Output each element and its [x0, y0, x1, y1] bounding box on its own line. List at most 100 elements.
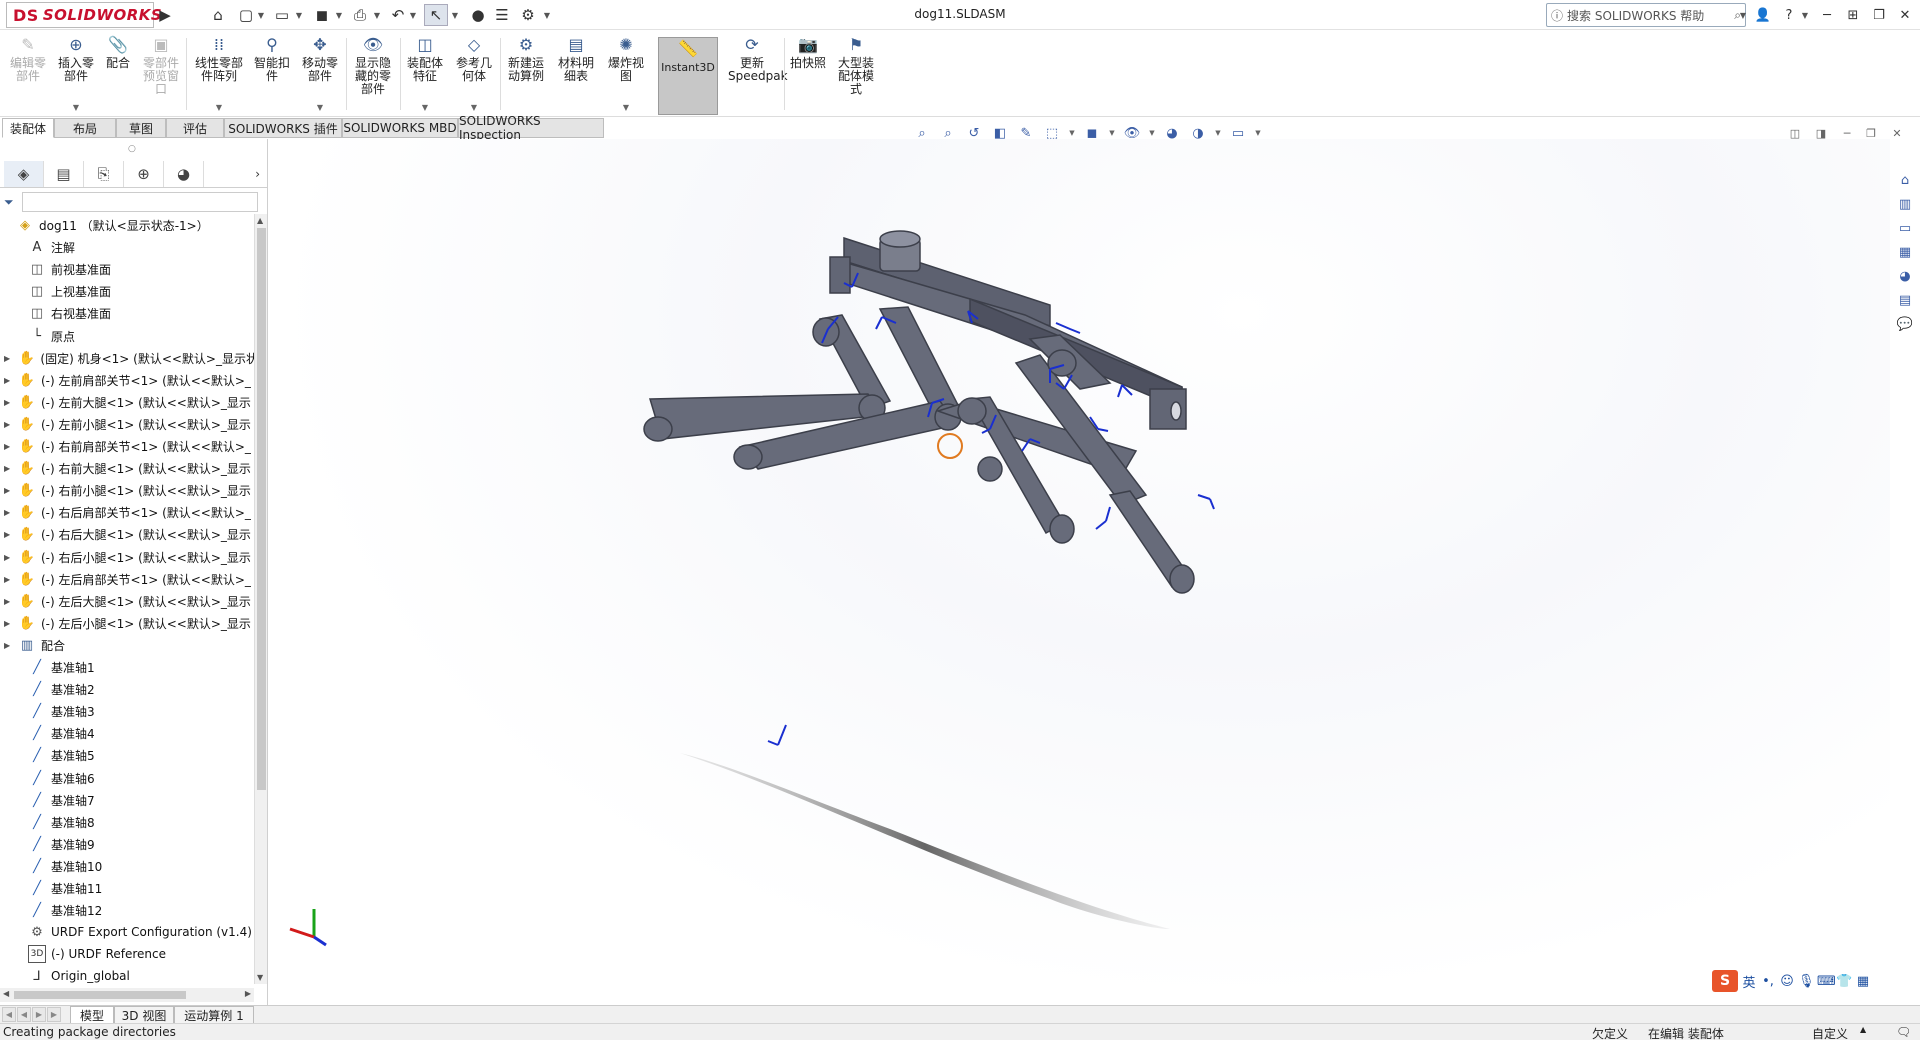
appearances-icon[interactable]: ◕ — [1894, 266, 1916, 286]
scroll-thumb[interactable] — [257, 228, 266, 790]
new-dropdown-icon[interactable]: ▼ — [256, 4, 266, 26]
home-icon[interactable]: ⌂ — [206, 4, 230, 26]
large-assembly-mode-button[interactable]: ⚑ 大型装配体模式 — [834, 34, 878, 114]
ime-language-toggle[interactable]: 英 — [1741, 972, 1757, 991]
bom-button[interactable]: ▤ 材料明细表 — [554, 34, 598, 114]
tree-item[interactable]: A 注解 — [14, 236, 254, 258]
print-icon[interactable]: ⎙ — [348, 4, 372, 26]
punctuation-icon[interactable]: •, — [1760, 974, 1776, 989]
tree-item[interactable]: ▶ ✋ (-) 左前大腿<1> (默认<<默认>_显示 — [4, 391, 254, 413]
assembly-features-button[interactable]: ◫ 装配体特征 ▼ — [402, 34, 448, 114]
reference-geometry-button[interactable]: ◇ 参考几何体 ▼ — [452, 34, 496, 114]
file-properties-icon[interactable]: ☰ — [490, 4, 514, 26]
save-dropdown-icon[interactable]: ▼ — [334, 4, 344, 26]
chevron-down-icon[interactable]: ▼ — [317, 101, 323, 114]
save-icon[interactable]: ◼ — [310, 4, 334, 26]
graphics-area[interactable] — [270, 139, 1890, 1005]
tree-item[interactable]: ▶ ✋ (-) 左前小腿<1> (默认<<默认>_显示 — [4, 413, 254, 435]
undo-icon[interactable]: ↶ — [386, 4, 410, 26]
tree-item[interactable]: ▶ ✋ (-) 右前肩部关节<1> (默认<<默认>_ — [4, 435, 254, 457]
first-tab-icon[interactable]: ◀ — [2, 1007, 16, 1022]
insert-component-button[interactable]: ⊕ 插入零部件 ▼ — [54, 34, 98, 114]
tree-horizontal-scrollbar[interactable]: ◀ ▶ — [0, 988, 254, 1002]
help-icon[interactable]: ? — [1778, 4, 1800, 26]
edit-component-button[interactable]: ✎ 编辑零部件 — [6, 34, 50, 114]
skin-icon[interactable]: 👕 — [1836, 974, 1852, 989]
tree-item[interactable]: ▶ ✋ (-) 右后小腿<1> (默认<<默认>_显示 — [4, 546, 254, 568]
search-dropdown-icon[interactable]: ▼ — [1738, 4, 1748, 26]
forum-icon[interactable]: 💬 — [1894, 314, 1916, 334]
tree-item[interactable]: ╱ 基准轴10 — [14, 855, 254, 877]
keyboard-icon[interactable]: ⌨ — [1817, 974, 1836, 989]
tree-item[interactable]: ⅃ Origin_global — [14, 965, 254, 984]
tree-item[interactable]: ╱ 基准轴11 — [14, 877, 254, 899]
chevron-down-icon[interactable]: ▼ — [623, 101, 629, 114]
tree-item[interactable]: ▶ ▥ 配合 — [4, 634, 254, 656]
expand-arrow-icon[interactable]: ▶ — [4, 442, 14, 451]
new-motion-study-button[interactable]: ⚙ 新建运动算例 — [504, 34, 548, 114]
solidworks-logo[interactable]: DS SOLIDWORKS — [6, 2, 162, 28]
take-snapshot-button[interactable]: 📷 拍快照 — [788, 34, 828, 114]
status-units[interactable]: 自定义 — [1812, 1025, 1848, 1042]
restore-icon[interactable]: ❐ — [1868, 4, 1890, 26]
open-folder-icon[interactable]: ▭ — [270, 4, 294, 26]
chevron-down-icon[interactable]: ▼ — [422, 101, 428, 114]
tree-item[interactable]: ╱ 基准轴1 — [14, 656, 254, 678]
minimize-icon[interactable]: ─ — [1816, 4, 1838, 26]
solidworks-resources-icon[interactable]: ⌂ — [1894, 170, 1916, 190]
viewport-close-icon[interactable]: ✕ — [1888, 124, 1906, 142]
scroll-right-icon[interactable]: ▶ — [245, 989, 251, 998]
instant3d-button[interactable]: 📏 Instant3D — [658, 37, 718, 115]
design-library-icon[interactable]: ▥ — [1894, 194, 1916, 214]
feature-tree-tab-icon[interactable]: ◈ — [4, 160, 44, 187]
tree-item[interactable]: ╱ 基准轴6 — [14, 767, 254, 789]
rebuild-traffic-light-icon[interactable]: ● — [466, 4, 490, 26]
tree-item[interactable]: 3D (-) URDF Reference — [14, 943, 254, 965]
close-icon[interactable]: ✕ — [1894, 4, 1916, 26]
tree-item[interactable]: ⚙ URDF Export Configuration (v1.4) — [14, 921, 254, 943]
select-dropdown-icon[interactable]: ▼ — [450, 4, 460, 26]
tree-item[interactable]: ╱ 基准轴12 — [14, 899, 254, 921]
tree-item[interactable]: ╱ 基准轴3 — [14, 700, 254, 722]
show-hidden-components-button[interactable]: 👁 显示隐藏的零部件 — [350, 34, 396, 114]
model-view[interactable] — [270, 139, 1890, 1005]
undo-dropdown-icon[interactable]: ▼ — [408, 4, 418, 26]
open-dropdown-icon[interactable]: ▼ — [294, 4, 304, 26]
expand-arrow-icon[interactable]: ▶ — [4, 464, 14, 473]
next-tab-icon[interactable]: ▶ — [32, 1007, 46, 1022]
tab-layout[interactable]: 布局 — [54, 118, 116, 138]
tree-item[interactable]: ◫ 上视基准面 — [14, 280, 254, 302]
tree-item[interactable]: ▶ ✋ (-) 左后肩部关节<1> (默认<<默认>_ — [4, 568, 254, 590]
chevron-down-icon[interactable]: ▼ — [471, 101, 477, 114]
tree-item[interactable]: ◫ 右视基准面 — [14, 302, 254, 324]
tree-item[interactable]: ╱ 基准轴9 — [14, 833, 254, 855]
expand-arrow-icon[interactable]: ▶ — [4, 376, 14, 385]
smart-fastener-button[interactable]: ⚲ 智能扣件 — [252, 34, 292, 114]
expand-arrow-icon[interactable]: ▶ — [4, 354, 14, 363]
expand-arrow-icon[interactable]: ▶ — [4, 575, 14, 584]
options-dropdown-icon[interactable]: ▼ — [542, 4, 552, 26]
update-speedpak-button[interactable]: ⟳ 更新Speedpak — [722, 34, 788, 114]
expand-arrow-icon[interactable]: ▶ — [4, 398, 14, 407]
last-tab-icon[interactable]: ▶ — [47, 1007, 61, 1022]
tree-item[interactable]: └ 原点 — [14, 325, 254, 347]
scroll-thumb[interactable] — [14, 991, 186, 999]
expand-arrow-icon[interactable]: ▶ — [4, 597, 14, 606]
tree-item[interactable]: ▶ ✋ (-) 左后大腿<1> (默认<<默认>_显示 — [4, 590, 254, 612]
chevron-right-icon[interactable]: › — [255, 167, 260, 181]
emoji-icon[interactable]: ☺ — [1779, 974, 1795, 989]
tab-motion-study[interactable]: 运动算例 1 — [174, 1006, 254, 1024]
help-search-input[interactable]: ⓘ 搜索 SOLIDWORKS 帮助 ⌕ — [1546, 3, 1746, 27]
toolbox-icon[interactable]: ▦ — [1855, 974, 1871, 989]
prev-tab-icon[interactable]: ◀ — [17, 1007, 31, 1022]
tree-item[interactable]: ╱ 基准轴5 — [14, 744, 254, 766]
display-manager-tab-icon[interactable]: ◕ — [164, 160, 204, 187]
microphone-icon[interactable]: 🎙 — [1798, 974, 1815, 989]
scroll-left-icon[interactable]: ◀ — [3, 989, 9, 998]
linear-pattern-button[interactable]: ⁞⁞ 线性零部件阵列 ▼ — [190, 34, 248, 114]
tab-3d-view[interactable]: 3D 视图 — [114, 1006, 174, 1024]
tree-item[interactable]: ╱ 基准轴2 — [14, 678, 254, 700]
chevron-down-icon[interactable]: ▼ — [73, 101, 79, 114]
scroll-up-icon[interactable]: ▲ — [257, 216, 263, 225]
file-explorer-icon[interactable]: ▭ — [1894, 218, 1916, 238]
